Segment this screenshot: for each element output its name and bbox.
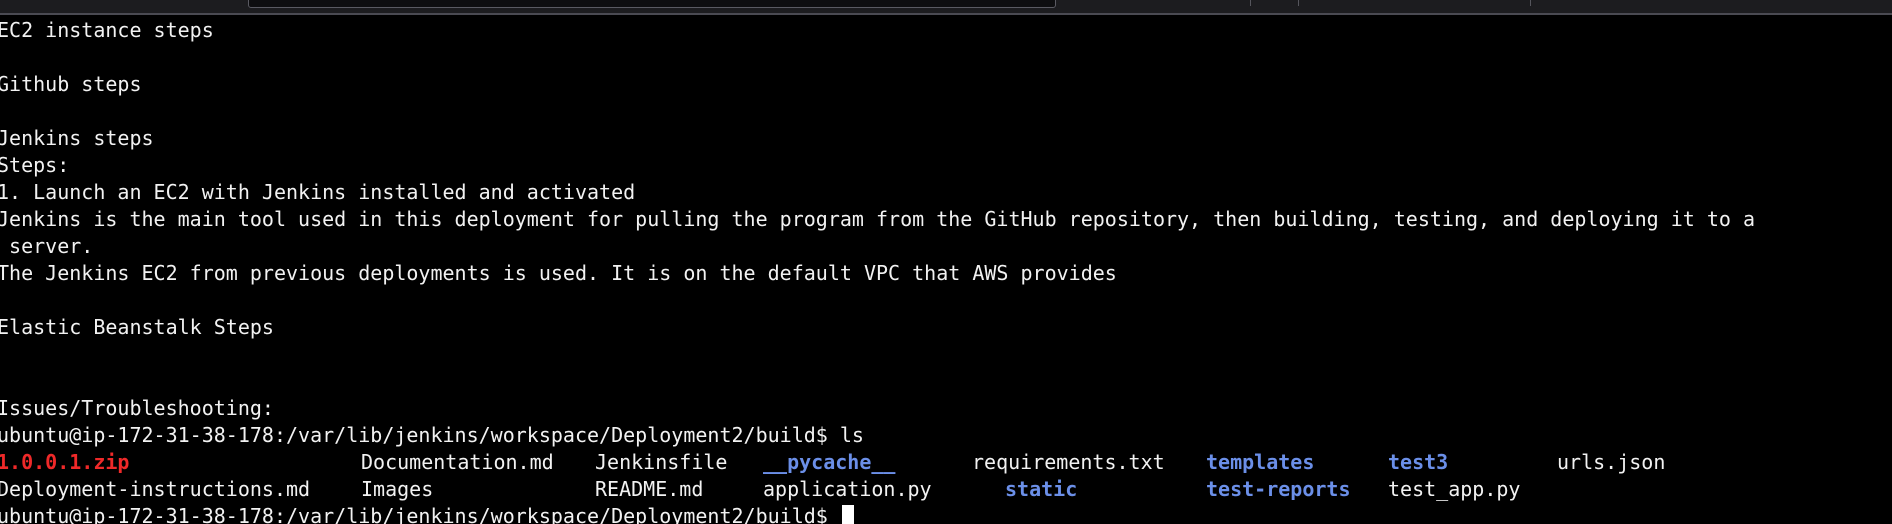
window-tab-bar (0, 0, 1892, 15)
address-input[interactable] (248, 0, 1056, 8)
terminal-line: Elastic Beanstalk Steps (0, 315, 274, 339)
file-entry: test_app.py (1388, 477, 1521, 501)
shell-prompt: ubuntu@ip-172-31-38-178:/var/lib/jenkins… (0, 504, 828, 524)
terminal-line: Jenkins steps (0, 126, 154, 150)
tab-divider (1250, 0, 1251, 6)
shell-prompt: ubuntu@ip-172-31-38-178:/var/lib/jenkins… (0, 423, 828, 447)
terminal-line: Jenkins is the main tool used in this de… (0, 207, 1755, 231)
file-entry: Deployment-instructions.md (0, 477, 311, 501)
ls-output-row: 1.0.0.1.zip Documentation.md Jenkinsfile… (0, 449, 1892, 476)
terminal-line: EC2 instance steps (0, 18, 214, 42)
directory-entry: templates (1206, 450, 1315, 474)
terminal-line: The Jenkins EC2 from previous deployment… (0, 261, 1117, 285)
file-entry: application.py (763, 477, 932, 501)
terminal-line: server. (0, 234, 94, 258)
tab-divider (1530, 0, 1531, 6)
tab-divider (1298, 0, 1299, 6)
command-line: ubuntu@ip-172-31-38-178:/var/lib/jenkins… (0, 422, 864, 449)
file-entry: urls.json (1557, 450, 1666, 474)
file-entry-zip: 1.0.0.1.zip (0, 450, 130, 474)
file-entry: requirements.txt (972, 450, 1165, 474)
file-entry: Jenkinsfile (595, 450, 728, 474)
directory-entry: test3 (1388, 450, 1449, 474)
terminal-line: Github steps (0, 72, 142, 96)
terminal-output[interactable]: EC2 instance steps Github steps Jenkins … (0, 15, 1892, 524)
ls-output-row: Deployment-instructions.md Images README… (0, 476, 1892, 503)
terminal-line: 1. Launch an EC2 with Jenkins installed … (0, 180, 636, 204)
terminal-line: Steps: (0, 153, 70, 177)
file-entry: Documentation.md (361, 450, 554, 474)
directory-entry: __pycache__ (763, 450, 896, 474)
text-cursor (841, 505, 854, 524)
directory-entry: test-reports (1206, 477, 1351, 501)
terminal-line: Issues/Troubleshooting: (0, 396, 274, 420)
shell-command: ls (839, 423, 864, 447)
directory-entry: static (1005, 477, 1078, 501)
directory-entry: Images (361, 477, 434, 501)
file-entry: README.md (595, 477, 704, 501)
active-command-line[interactable]: ubuntu@ip-172-31-38-178:/var/lib/jenkins… (0, 503, 854, 524)
